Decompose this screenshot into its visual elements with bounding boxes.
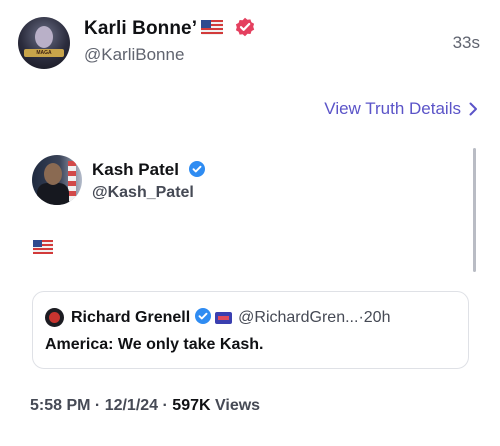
us-flag-icon [201,19,224,36]
quoted-author-handle[interactable]: @RichardGren... [238,309,358,327]
avatar-suit [37,183,69,205]
embedded-author-handle[interactable]: @Kash_Patel [92,184,194,202]
verified-check-icon [188,160,205,177]
author-avatar[interactable]: MAGA [18,17,70,69]
meta-separator: · [158,397,173,414]
quoted-post-header: Richard Grenell @RichardGren... · 20h [45,307,391,327]
embedded-author-avatar[interactable] [32,155,82,205]
embedded-display-name[interactable]: Kash Patel [92,160,179,179]
view-truth-details-link[interactable]: View Truth Details [324,99,478,119]
affiliation-badge-icon [215,311,233,324]
avatar-banner: MAGA [24,49,64,57]
view-truth-details-label: View Truth Details [324,99,461,118]
post-meta: 5:58 PM · 12/1/24 · 597K Views [30,397,260,415]
quoted-post-text: America: We only take Kash. [45,336,264,353]
embedded-author-name-row[interactable]: Kash Patel [92,160,205,180]
chevron-right-icon [469,102,477,116]
views-label: Views [210,397,261,414]
quoted-author-avatar[interactable] [45,308,64,327]
meta-separator: · [90,397,105,414]
quoted-post-time[interactable]: 20h [364,309,391,327]
scrollbar-thumb[interactable] [473,148,476,272]
verified-badge-icon [235,17,255,37]
quoted-post-card[interactable]: Richard Grenell @RichardGren... · 20h Am… [32,291,469,369]
author-display-name[interactable]: Karli Bonne’ [84,18,196,39]
quoted-author-name[interactable]: Richard Grenell [71,309,190,327]
flag-stripes [68,161,76,201]
views-count: 597K [172,397,211,414]
author-handle[interactable]: @KarliBonne [84,45,184,65]
avatar-face [44,163,62,185]
us-flag-icon [33,240,53,259]
avatar-figure [35,26,53,48]
verified-check-icon [195,307,212,324]
author-name-row[interactable]: Karli Bonne’ [84,17,255,40]
post-timestamp[interactable]: 33s [453,33,480,53]
post-time: 5:58 PM [30,397,91,414]
post-date: 12/1/24 [104,397,159,414]
